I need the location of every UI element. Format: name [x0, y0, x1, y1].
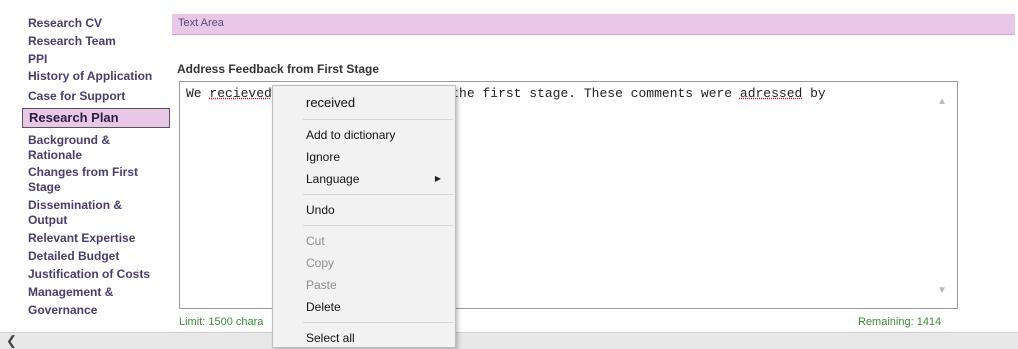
menu-separator	[303, 194, 453, 195]
text-segment: We	[186, 86, 210, 101]
menu-item-undo[interactable]: Undo	[273, 199, 455, 221]
misspelled-word[interactable]: adressed	[740, 86, 802, 101]
menu-item-suggestion[interactable]: received	[273, 92, 455, 114]
section-header-title: Text Area	[178, 17, 224, 29]
sidebar-item-changes-from-first-stage-line1[interactable]: Changes from First	[22, 165, 170, 180]
sidebar-item-background-rationale-line2[interactable]: Rationale	[22, 148, 170, 163]
triangle-right-icon: ▶	[434, 174, 441, 183]
menu-separator	[303, 322, 453, 323]
sidebar-item-case-for-support[interactable]: Case for Support	[22, 89, 170, 104]
sidebar-item-changes-from-first-stage-line2[interactable]: Stage	[22, 180, 170, 195]
sidebar-item-history-of-application[interactable]: History of Application	[22, 69, 170, 84]
menu-item-language[interactable]: Language ▶	[273, 168, 455, 190]
menu-item-delete[interactable]: Delete	[273, 296, 455, 318]
menu-item-paste[interactable]: Paste	[273, 274, 455, 296]
sidebar-item-relevant-expertise[interactable]: Relevant Expertise	[22, 231, 170, 246]
menu-item-copy[interactable]: Copy	[273, 252, 455, 274]
sidebar-item-dissemination-output-line1[interactable]: Dissemination &	[22, 198, 170, 213]
remaining-count-text: Remaining: 1414	[858, 316, 942, 328]
menu-item-ignore[interactable]: Ignore	[273, 146, 455, 168]
sidebar-item-management-governance-line2[interactable]: Governance	[22, 303, 170, 318]
field-label: Address Feedback from First Stage	[177, 62, 380, 76]
chevron-down-icon[interactable]: ▼	[937, 285, 947, 296]
sidebar-item-justification-of-costs[interactable]: Justification of Costs	[22, 267, 170, 282]
sidebar-item-background-rationale-line1[interactable]: Background &	[22, 133, 170, 148]
sidebar-item-research-team[interactable]: Research Team	[22, 34, 170, 49]
sidebar-nav: Research CV Research Team PPI History of…	[22, 12, 170, 330]
section-header: Text Area	[172, 14, 1015, 35]
sidebar-item-management-governance-line1[interactable]: Management &	[22, 285, 170, 300]
sidebar-item-research-cv[interactable]: Research CV	[22, 16, 170, 31]
horizontal-scrollbar[interactable]: ❮	[0, 332, 1018, 349]
context-menu: received Add to dictionary Ignore Langua…	[272, 85, 456, 348]
menu-item-add-to-dictionary[interactable]: Add to dictionary	[273, 124, 455, 146]
window-top-border	[0, 0, 1018, 6]
sidebar-item-research-plan[interactable]: Research Plan	[22, 108, 170, 128]
text-segment: by	[802, 86, 826, 101]
menu-item-select-all[interactable]: Select all	[273, 327, 455, 349]
misspelled-word[interactable]: recieved	[209, 86, 271, 101]
chevron-up-icon[interactable]: ▲	[937, 96, 947, 107]
chevron-left-icon[interactable]: ❮	[6, 333, 17, 349]
character-limit-text: Limit: 1500 chara	[179, 316, 264, 328]
sidebar-item-detailed-budget[interactable]: Detailed Budget	[22, 249, 170, 264]
menu-item-language-label: Language	[306, 172, 360, 186]
sidebar-item-ppi[interactable]: PPI	[22, 52, 170, 67]
menu-item-cut[interactable]: Cut	[273, 230, 455, 252]
menu-separator	[303, 119, 453, 120]
sidebar-item-dissemination-output-line2[interactable]: Output	[22, 213, 170, 228]
menu-separator	[303, 225, 453, 226]
